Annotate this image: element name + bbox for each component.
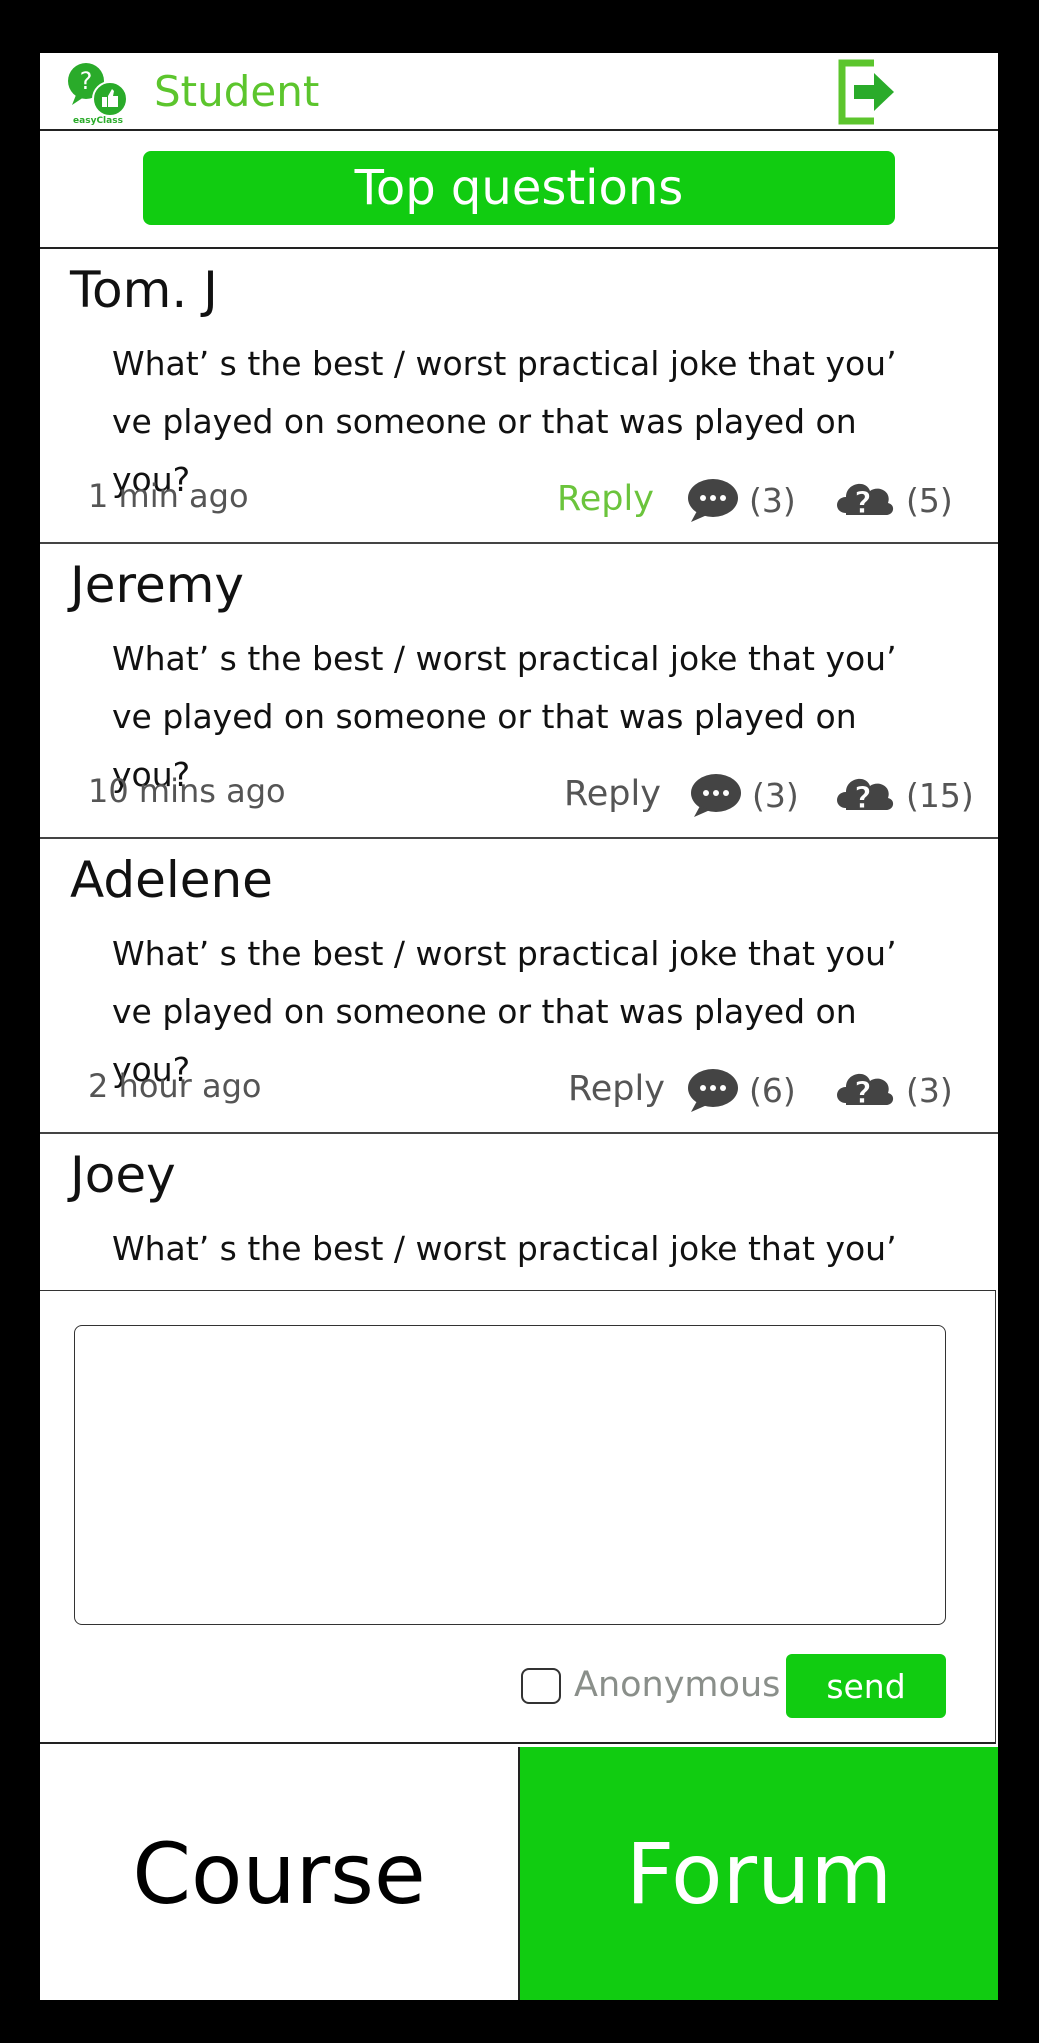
question-author: Adelene [70,851,273,909]
svg-text:?: ? [854,781,871,816]
user-role-label: Student [154,67,320,116]
exit-icon[interactable] [836,59,898,125]
question-vote-button[interactable]: ? (5) [832,475,953,525]
anonymous-checkbox[interactable] [521,1668,561,1704]
easyclass-logo-icon: ? easyClass [68,63,128,125]
cloud-question-icon: ? [837,483,894,522]
question-author: Jeremy [70,556,245,614]
reply-button[interactable]: Reply [557,479,654,519]
question-input[interactable] [74,1325,946,1625]
svg-text:?: ? [854,1076,871,1111]
comments-button[interactable]: (3) [690,770,799,820]
top-questions-section: Top questions [40,131,998,249]
reply-button[interactable]: Reply [568,1069,665,1109]
ask-count: (5) [906,480,953,520]
top-questions-button[interactable]: Top questions [143,151,895,225]
question-vote-button[interactable]: ? (15) [832,770,974,820]
logo-wordmark: easyClass [73,116,123,125]
comments-button[interactable]: (3) [687,475,796,525]
question-timestamp: 2 hour ago [88,1067,262,1105]
tab-forum[interactable]: Forum [520,1747,998,2000]
speech-bubble-icon [688,1069,738,1112]
question-feed[interactable]: Tom. J What’ s the best / worst practica… [40,249,998,1343]
speech-bubble-icon [691,774,741,817]
cloud-question-icon: ? [837,1073,894,1112]
question-vote-button[interactable]: ? (3) [832,1065,953,1115]
phone-screen: ? easyClass Student Top questions Tom. J… [40,53,998,2000]
question-card[interactable]: Jeremy What’ s the best / worst practica… [40,544,998,839]
question-author: Tom. J [70,261,218,319]
comment-count: (3) [752,775,799,815]
reply-compose-panel: Anonymous send [40,1290,996,1744]
tab-course[interactable]: Course [40,1747,520,2000]
question-author: Joey [70,1146,176,1204]
cloud-question-icon: ? [837,778,894,817]
question-card[interactable]: Tom. J What’ s the best / worst practica… [40,249,998,544]
speech-bubble-icon [688,479,738,522]
ask-count: (3) [906,1070,953,1110]
reply-button[interactable]: Reply [564,774,661,814]
comment-count: (6) [749,1070,796,1110]
app-header: ? easyClass Student [40,53,998,131]
anonymous-label: Anonymous [574,1665,781,1705]
svg-text:?: ? [80,67,93,95]
question-timestamp: 10 mins ago [88,772,286,810]
comment-count: (3) [749,480,796,520]
question-card[interactable]: Adelene What’ s the best / worst practic… [40,839,998,1134]
svg-text:?: ? [854,486,871,521]
comments-button[interactable]: (6) [687,1065,796,1115]
question-timestamp: 1 min ago [88,477,249,515]
ask-count: (15) [906,775,974,815]
send-button[interactable]: send [786,1654,946,1718]
